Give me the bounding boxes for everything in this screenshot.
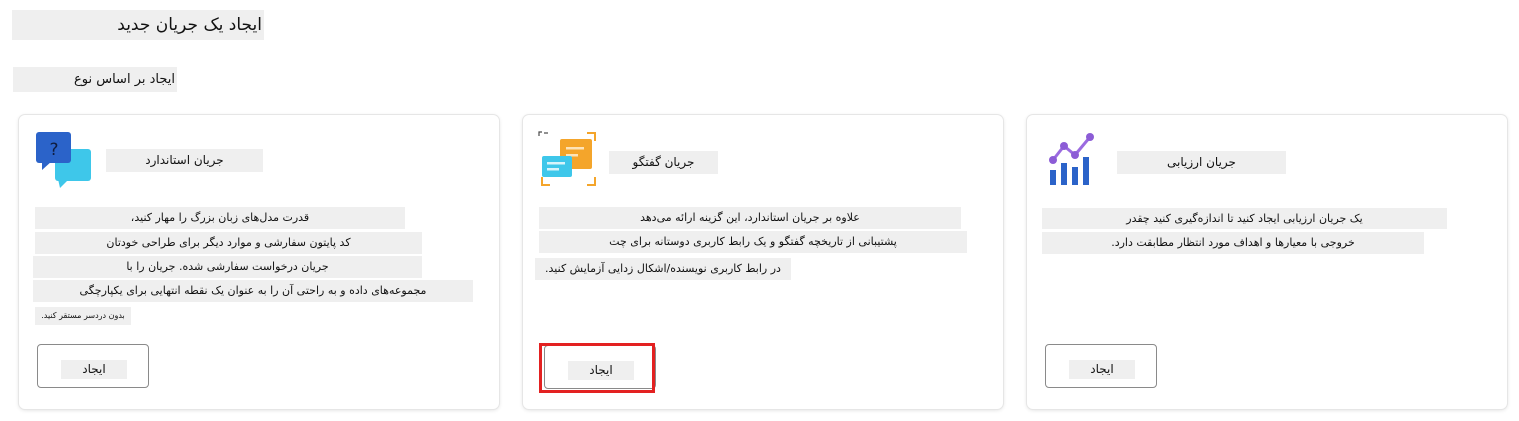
description-line: بدون دردسر مستقر کنید. (35, 307, 131, 325)
create-button-label: ایجاد (568, 361, 634, 380)
create-chat-flow-button[interactable]: ایجاد (544, 345, 656, 389)
description-line: خروجی با معیارها و اهداف مورد انتظار مطا… (1042, 232, 1424, 254)
chat-question-icon: ? (36, 132, 91, 188)
chat-flow-icon (538, 131, 596, 186)
standard-flow-card: ? جریان استاندارد قدرت مدل‌های زبان بزرگ… (19, 115, 499, 409)
card-title-standard: جریان استاندارد (106, 149, 263, 172)
description-line: پشتیبانی از تاریخچه گفتگو و یک رابط کارب… (539, 231, 967, 253)
description-line: مجموعه‌های داده و به راحتی آن را به عنوا… (33, 280, 473, 302)
card-title-evaluation: جریان ارزیابی (1117, 151, 1286, 174)
description-line: علاوه بر جریان استاندارد، این گزینه ارائ… (539, 207, 961, 229)
evaluation-chart-icon (1049, 133, 1094, 185)
create-button-label: ایجاد (61, 360, 127, 379)
description-line: قدرت مدل‌های زبان بزرگ را مهار کنید، (35, 207, 405, 229)
chat-flow-card: جریان گفتگو علاوه بر جریان استاندارد، ای… (523, 115, 1003, 409)
evaluation-flow-card: جریان ارزیابی یک جریان ارزیابی ایجاد کنی… (1027, 115, 1507, 409)
section-label: ایجاد بر اساس نوع (13, 67, 177, 92)
create-evaluation-flow-button[interactable]: ایجاد (1045, 344, 1157, 388)
page-title: ایجاد یک جریان جدید (12, 10, 264, 40)
description-line: کد پایتون سفارشی و موارد دیگر برای طراحی… (35, 232, 422, 254)
description-line: یک جریان ارزیابی ایجاد کنید تا اندازه‌گی… (1042, 208, 1447, 229)
svg-text:?: ? (49, 140, 58, 160)
create-standard-flow-button[interactable]: ایجاد (37, 344, 149, 388)
card-title-chat: جریان گفتگو (609, 151, 718, 174)
create-button-label: ایجاد (1069, 360, 1135, 379)
description-line: در رابط کاربری نویسنده/اشکال زدایی آزمای… (535, 258, 791, 280)
description-line: جریان درخواست سفارشی شده. جریان را با (33, 256, 422, 278)
